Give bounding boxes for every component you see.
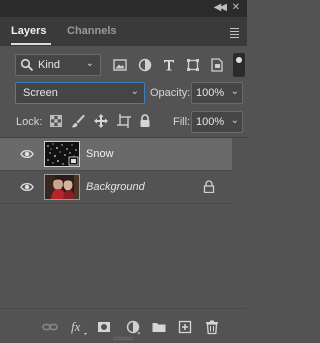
lock-artboard-icon[interactable] bbox=[116, 113, 132, 129]
resize-grip-icon[interactable] bbox=[113, 337, 133, 340]
add-mask-icon[interactable] bbox=[96, 319, 112, 335]
opacity-label: Opacity: bbox=[150, 87, 191, 99]
panel-title-bar: ◀◀ ✕ bbox=[0, 0, 247, 17]
tab-channels[interactable]: Channels bbox=[67, 17, 117, 46]
opacity-value: 100% bbox=[196, 87, 225, 99]
search-icon bbox=[20, 58, 34, 72]
smart-object-filter-icon[interactable] bbox=[209, 57, 225, 73]
blend-mode-value: Screen bbox=[23, 87, 58, 99]
lock-all-icon[interactable] bbox=[137, 113, 153, 129]
panel-menu-icon[interactable] bbox=[230, 28, 239, 40]
chevron-down-icon[interactable]: ⌄ bbox=[231, 115, 239, 126]
fill-field[interactable]: 100% ⌄ bbox=[191, 111, 243, 133]
image-filter-icon[interactable] bbox=[112, 57, 128, 73]
adjustment-filter-icon[interactable] bbox=[137, 57, 153, 73]
filter-kind-select[interactable]: Kind ⌄ bbox=[15, 54, 101, 76]
close-panel-icon[interactable]: ✕ bbox=[232, 2, 240, 13]
lock-image-pixels-icon[interactable] bbox=[70, 113, 86, 129]
scrollbar[interactable] bbox=[232, 138, 247, 308]
tab-bar: Layers Channels bbox=[0, 17, 247, 46]
toggle-knob bbox=[236, 57, 242, 63]
fill-label: Fill: bbox=[173, 116, 191, 128]
delete-layer-icon[interactable] bbox=[204, 319, 220, 335]
layers-footer-toolbar: fx bbox=[0, 308, 247, 343]
new-layer-icon[interactable] bbox=[177, 319, 193, 335]
active-tab-indicator bbox=[11, 43, 51, 45]
lock-icon bbox=[203, 180, 215, 193]
layer-name[interactable]: Snow bbox=[86, 148, 114, 160]
lock-transparent-pixels-icon[interactable] bbox=[48, 113, 64, 129]
chevron-down-icon: ⌄ bbox=[130, 86, 139, 97]
filter-kind-label: Kind bbox=[38, 59, 61, 71]
chevron-down-icon[interactable]: ⌄ bbox=[231, 86, 239, 97]
lock-label: Lock: bbox=[16, 116, 43, 128]
layer-thumbnail bbox=[44, 174, 80, 200]
new-group-icon[interactable] bbox=[151, 319, 167, 335]
blend-mode-select[interactable]: Screen ⌄ bbox=[15, 82, 145, 104]
layer-thumbnail bbox=[44, 141, 80, 167]
type-filter-icon[interactable] bbox=[161, 57, 177, 73]
layer-name[interactable]: Background bbox=[86, 181, 145, 193]
eye-icon[interactable] bbox=[20, 148, 34, 160]
shape-filter-icon[interactable] bbox=[185, 57, 201, 73]
svg-text:fx: fx bbox=[71, 319, 81, 334]
chevron-down-icon: ⌄ bbox=[85, 58, 94, 69]
lock-position-icon[interactable] bbox=[93, 113, 109, 129]
fill-value: 100% bbox=[196, 116, 225, 128]
layer-row-snow[interactable]: Snow bbox=[0, 138, 232, 170]
filter-toggle-switch[interactable] bbox=[233, 53, 245, 77]
collapse-panel-icon[interactable]: ◀◀ bbox=[214, 2, 227, 13]
tab-layers[interactable]: Layers bbox=[11, 17, 57, 46]
adjustment-layer-icon[interactable] bbox=[125, 319, 141, 335]
eye-icon[interactable] bbox=[20, 181, 34, 193]
link-layers-icon[interactable] bbox=[42, 319, 58, 335]
fx-icon[interactable]: fx bbox=[70, 319, 88, 335]
opacity-field[interactable]: 100% ⌄ bbox=[191, 82, 243, 104]
layer-row-background[interactable]: Background bbox=[0, 170, 232, 204]
